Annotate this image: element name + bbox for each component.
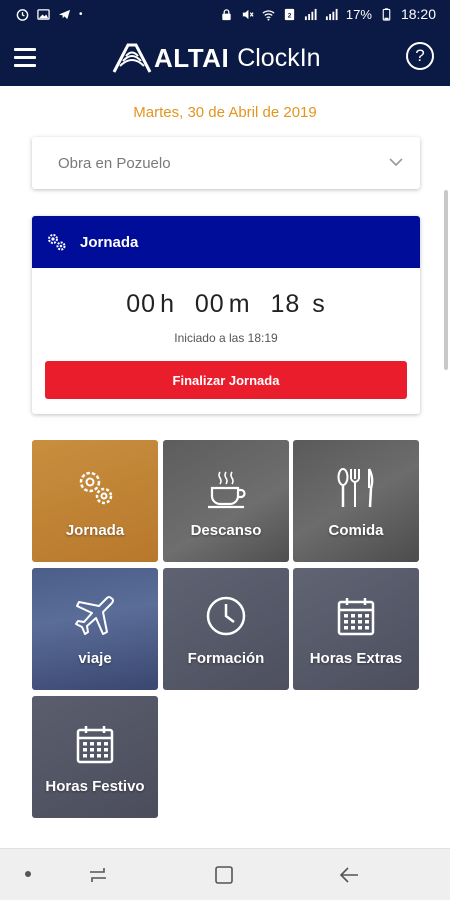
battery-icon (382, 7, 391, 21)
elapsed-timer: 00 h 00 m 18 s (32, 290, 420, 319)
jornada-card-title: Jornada (80, 233, 139, 251)
timer-hours-unit: h (160, 290, 175, 318)
battery-percent: 17% (345, 6, 372, 22)
back-icon[interactable] (338, 864, 362, 886)
clock-icon (206, 596, 246, 636)
scroll-indicator[interactable] (444, 190, 448, 370)
altai-logo-icon (112, 43, 152, 73)
alarm-clock-icon (16, 8, 29, 21)
timer-seconds-unit: s (312, 290, 326, 318)
home-icon[interactable] (214, 864, 234, 886)
tile-horas-extras[interactable]: Horas Extras (293, 568, 419, 690)
app-logo: ALTAI ClockIn (112, 38, 321, 78)
tile-comida[interactable]: Comida (293, 440, 419, 562)
calendar-icon (76, 726, 114, 764)
timer-seconds: 18 (270, 290, 301, 318)
chevron-down-icon (389, 158, 403, 167)
nav-dot-icon[interactable] (25, 871, 31, 877)
site-select[interactable]: Obra en Pozuelo (32, 137, 420, 189)
timer-hours: 00 (126, 290, 157, 318)
tile-label: Horas Festivo (45, 778, 145, 795)
cutlery-icon (337, 468, 374, 508)
help-button[interactable]: ? (406, 42, 434, 70)
gallery-icon (37, 8, 50, 20)
coffee-cup-icon (208, 471, 246, 509)
svg-text:2: 2 (288, 12, 292, 19)
timer-minutes-unit: m (228, 290, 251, 318)
gears-icon (79, 471, 113, 505)
signal-2-icon (325, 8, 338, 20)
wifi-icon (262, 9, 275, 21)
tile-label: Comida (328, 522, 384, 539)
brand-name: ALTAI (154, 42, 230, 73)
gears-icon (48, 234, 66, 251)
menu-line (14, 47, 36, 51)
status-time: 18:20 (400, 6, 436, 22)
tile-viaje[interactable]: viaje (32, 568, 158, 690)
status-dot-icon: • (79, 8, 83, 20)
tile-label: Descanso (190, 522, 262, 539)
app-bar: ALTAI ClockIn ? (0, 28, 450, 86)
tile-formacion[interactable]: Formación (163, 568, 289, 690)
current-date: Martes, 30 de Abril de 2019 (133, 104, 317, 121)
menu-line (14, 55, 36, 59)
tile-label: viaje (78, 650, 112, 667)
status-bar: • 2 17% 18:20 (0, 0, 450, 28)
finish-jornada-button[interactable]: Finalizar Jornada (45, 361, 407, 399)
tile-label: Formación (187, 650, 265, 667)
airplane-icon (75, 596, 114, 635)
mute-icon (242, 9, 254, 19)
sim-icon: 2 (284, 8, 295, 20)
recent-apps-icon[interactable] (86, 864, 110, 886)
timer-minutes: 00 (194, 290, 225, 318)
menu-button[interactable] (14, 42, 46, 72)
signal-icon (304, 8, 317, 20)
site-select-value: Obra en Pozuelo (58, 154, 171, 172)
system-nav-bar (0, 848, 450, 900)
menu-line (14, 63, 36, 67)
calendar-icon (337, 598, 375, 636)
status-icons-right: 2 17% 18:20 (220, 6, 436, 22)
tile-jornada[interactable]: Jornada (32, 440, 158, 562)
tile-descanso[interactable]: Descanso (163, 440, 289, 562)
tile-label: Horas Extras (309, 650, 403, 667)
jornada-card-header: Jornada (32, 216, 420, 268)
lock-icon (222, 8, 231, 20)
help-icon: ? (415, 46, 425, 65)
app-name: ClockIn (237, 43, 321, 72)
status-icons-left: • (16, 8, 83, 21)
telegram-icon (58, 9, 71, 19)
tile-label: Jornada (65, 522, 125, 539)
tile-horas-festivo[interactable]: Horas Festivo (32, 696, 158, 818)
started-at-text: Iniciado a las 18:19 (174, 331, 278, 345)
jornada-card: Jornada 00 h 00 m 18 s Iniciado a las 18:1… (32, 216, 420, 414)
